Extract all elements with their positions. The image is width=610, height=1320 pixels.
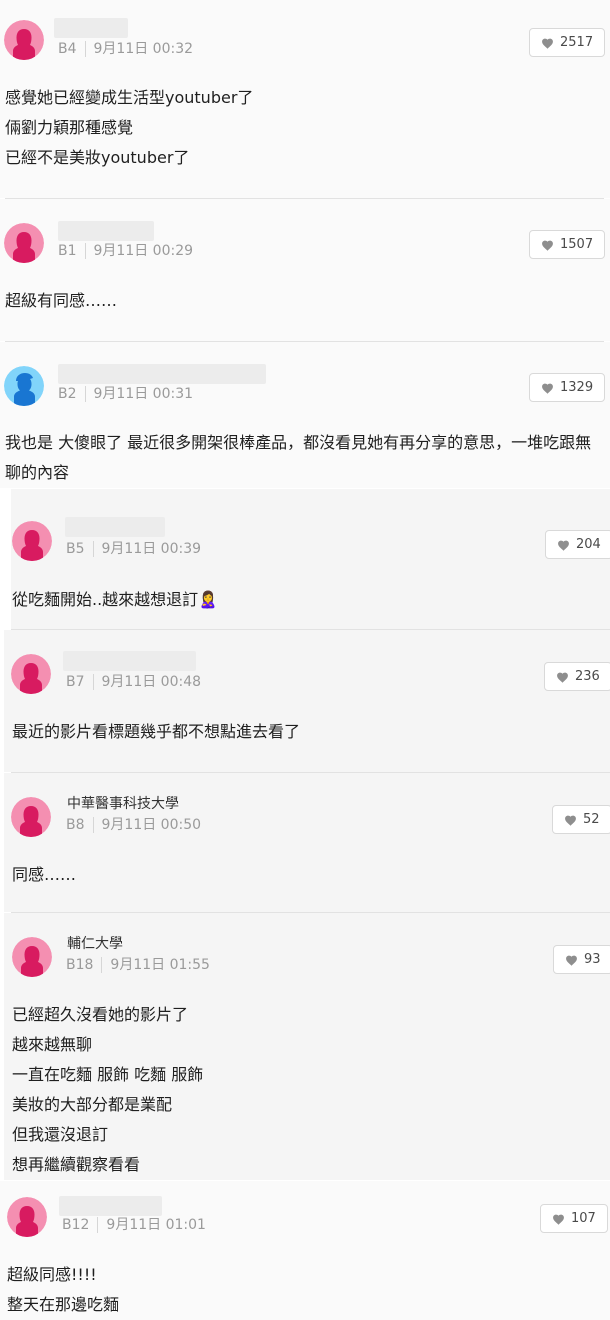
like-count: 107 <box>571 1211 596 1226</box>
comment-card: 輔仁大學 B18 9月11日 01:55 93 已經超久沒看她的影片了 越來越無聊… <box>4 913 610 1180</box>
comment-meta: B12 9月11日 01:01 <box>62 1216 206 1234</box>
comment-text: 同感…… <box>12 865 77 884</box>
post-time: 9月11日 00:48 <box>101 674 202 690</box>
comment-meta: B8 9月11日 00:50 <box>66 816 201 834</box>
post-time: 9月11日 00:32 <box>93 41 194 57</box>
meta-divider <box>101 957 103 973</box>
comment-text: 我也是 大傻眼了 最近很多開架很棒產品，都沒看見她有再分享的意思，一堆吃跟無聊的… <box>5 433 592 482</box>
like-button[interactable]: 204 <box>545 530 610 559</box>
comment-text: 超級同感!!!! 整天在那邊吃麵 <box>7 1265 120 1314</box>
author-name-redacted <box>59 1196 162 1216</box>
male-avatar-icon[interactable] <box>4 366 44 406</box>
floor-number: B2 <box>58 386 77 402</box>
female-avatar-icon[interactable] <box>11 654 51 694</box>
comment-text: 已經超久沒看她的影片了 越來越無聊 一直在吃麵 服飾 吃麵 服飾 美妝的大部分都… <box>12 1005 204 1174</box>
comment-card: B2 9月11日 00:31 1329 我也是 大傻眼了 最近很多開架很棒產品，都… <box>0 342 610 488</box>
comment-card: B7 9月11日 00:48 236 最近的影片看標題幾乎都不想點進去看了 <box>4 630 610 772</box>
like-button[interactable]: 1507 <box>529 230 606 259</box>
author-name-redacted <box>63 651 196 671</box>
comment-card: B4 9月11日 00:32 2517 感覺她已經變成生活型youtuber了 倆… <box>0 0 610 198</box>
like-button[interactable]: 236 <box>544 662 610 691</box>
comment-meta: B18 9月11日 01:55 <box>66 956 210 974</box>
like-count: 93 <box>584 952 601 967</box>
author-name[interactable]: 輔仁大學 <box>67 935 123 953</box>
heart-icon <box>542 38 553 49</box>
floor-number: B18 <box>66 957 94 973</box>
author-name-redacted <box>58 221 154 241</box>
meta-divider <box>84 41 86 57</box>
like-button[interactable]: 52 <box>552 805 610 834</box>
comment-meta: B5 9月11日 00:39 <box>66 540 201 558</box>
post-time: 9月11日 00:31 <box>93 386 194 402</box>
female-avatar-icon[interactable] <box>12 521 52 561</box>
heart-icon <box>565 815 576 826</box>
post-time: 9月11日 00:50 <box>101 817 202 833</box>
like-count: 1507 <box>560 237 594 252</box>
heart-icon <box>557 672 568 683</box>
like-count: 1329 <box>560 380 594 395</box>
comment-meta: B2 9月11日 00:31 <box>58 385 193 403</box>
author-name[interactable]: 中華醫事科技大學 <box>67 795 179 813</box>
like-button[interactable]: 93 <box>553 945 610 974</box>
post-time: 9月11日 00:29 <box>93 243 194 259</box>
meta-divider <box>92 674 94 690</box>
meta-divider <box>84 243 86 259</box>
like-count: 236 <box>575 669 600 684</box>
floor-number: B5 <box>66 541 85 557</box>
comment-text: 從吃麵開始..越來越想退訂🙎‍♀️ <box>12 590 219 609</box>
like-count: 204 <box>576 537 601 552</box>
heart-icon <box>553 1214 564 1225</box>
heart-icon <box>558 540 569 551</box>
post-time: 9月11日 01:55 <box>110 957 210 973</box>
comment-meta: B7 9月11日 00:48 <box>66 673 201 691</box>
comment-card: B5 9月11日 00:39 204 從吃麵開始..越來越想退訂🙎‍♀️ <box>11 489 610 629</box>
meta-divider <box>92 817 94 833</box>
comment-meta: B4 9月11日 00:32 <box>58 40 193 58</box>
author-name-redacted <box>58 364 266 384</box>
female-avatar-icon[interactable] <box>4 223 44 263</box>
like-count: 52 <box>583 812 600 827</box>
female-avatar-icon[interactable] <box>11 797 51 837</box>
floor-number: B7 <box>66 674 85 690</box>
author-name-redacted <box>54 18 128 38</box>
meta-divider <box>97 1217 99 1233</box>
like-button[interactable]: 107 <box>540 1204 608 1233</box>
post-time: 9月11日 00:39 <box>101 541 202 557</box>
female-avatar-icon[interactable] <box>7 1197 47 1237</box>
meta-divider <box>92 541 94 557</box>
floor-number: B12 <box>62 1217 90 1233</box>
comment-text: 超級有同感…… <box>5 291 118 310</box>
meta-divider <box>84 386 86 402</box>
like-button[interactable]: 2517 <box>529 28 606 57</box>
like-button[interactable]: 1329 <box>529 373 606 402</box>
comment-card: B1 9月11日 00:29 1507 超級有同感…… <box>0 199 610 341</box>
heart-icon <box>566 955 577 966</box>
comment-card: 中華醫事科技大學 B8 9月11日 00:50 52 同感…… <box>4 773 610 912</box>
like-count: 2517 <box>560 35 594 50</box>
comment-text: 感覺她已經變成生活型youtuber了 倆劉力穎那種感覺 已經不是美妝youtu… <box>5 88 254 167</box>
female-avatar-icon[interactable] <box>4 20 44 60</box>
comment-meta: B1 9月11日 00:29 <box>58 242 193 260</box>
author-name-redacted <box>65 517 165 537</box>
heart-icon <box>542 240 553 251</box>
floor-number: B4 <box>58 41 77 57</box>
floor-number: B8 <box>66 817 85 833</box>
female-avatar-icon[interactable] <box>12 937 52 977</box>
comment-card: B12 9月11日 01:01 107 超級同感!!!! 整天在那邊吃麵 <box>0 1181 610 1320</box>
floor-number: B1 <box>58 243 77 259</box>
post-time: 9月11日 01:01 <box>106 1217 206 1233</box>
heart-icon <box>542 383 553 394</box>
comment-text: 最近的影片看標題幾乎都不想點進去看了 <box>12 722 301 741</box>
